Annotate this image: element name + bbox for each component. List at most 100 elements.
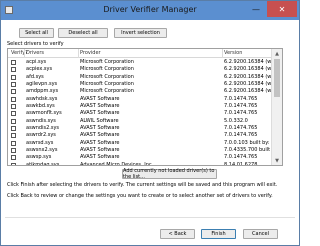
column-divider[interactable]: [24, 49, 25, 58]
table-row[interactable]: aswrsd.sys AVAST Software 7.0.0.103 built …: [8, 140, 272, 147]
column-divider[interactable]: [78, 49, 79, 58]
verify-checkbox[interactable]: [11, 162, 16, 165]
column-divider[interactable]: [222, 49, 223, 58]
scroll-down-icon[interactable]: ▼: [272, 156, 282, 165]
list-rows: acpi.sys Microsoft Corporation 6.2.9200.16…: [8, 59, 272, 166]
scroll-thumb[interactable]: [274, 59, 280, 97]
driver-provider: AVAST Software: [80, 154, 120, 161]
title-bar[interactable]: Driver Verifier Manager — ✕: [1, 1, 299, 20]
verify-checkbox[interactable]: [11, 60, 16, 65]
back-instructions: Click Back to review or change the setti…: [7, 193, 273, 199]
column-header-version[interactable]: Version: [224, 50, 242, 56]
driver-name: aswmonflt.sys: [26, 110, 62, 117]
driver-provider: Microsoft Corporation: [80, 88, 134, 95]
close-button[interactable]: ✕: [267, 1, 297, 17]
dialog-content: Select all Deselect all Invert selection…: [5, 21, 295, 243]
driver-version: 7.0.1474.765: [224, 95, 258, 102]
deselect-all-button[interactable]: Deselect all: [58, 28, 108, 38]
driver-version: 6.2.9200.16384 (win8...: [224, 88, 272, 95]
table-row[interactable]: afd.sys Microsoft Corporation 6.2.9200.163…: [8, 74, 272, 81]
verify-checkbox[interactable]: [11, 104, 16, 110]
driver-version: 7.0.4335.700 built by:...: [224, 147, 272, 154]
verify-checkbox[interactable]: [11, 111, 16, 117]
table-row[interactable]: agilevpn.sys Microsoft Corporation 6.2.920…: [8, 81, 272, 88]
driver-name: aswrsd.sys: [26, 139, 54, 146]
verify-checkbox[interactable]: [11, 155, 16, 161]
finish-instructions: Click Finish after selecting the drivers…: [7, 182, 278, 188]
minimize-button[interactable]: —: [247, 1, 265, 17]
driver-version: 6.2.9200.16384 (win8...: [224, 59, 272, 65]
footer-divider: [5, 217, 295, 218]
table-row[interactable]: amdppm.sys Microsoft Corporation 6.2.9200.…: [8, 88, 272, 95]
driver-name: acpiex.sys: [26, 66, 53, 73]
verify-checkbox[interactable]: [11, 67, 16, 73]
column-header-provider[interactable]: Provider: [80, 50, 101, 56]
table-row[interactable]: aswmonflt.sys AVAST Software 7.0.1474.765: [8, 110, 272, 117]
verify-checkbox[interactable]: [11, 89, 16, 95]
table-row[interactable]: atikmdag.sys Advanced Micro Devices, Inc.…: [8, 161, 272, 166]
column-header-drivers[interactable]: Drivers: [26, 50, 44, 56]
cancel-button[interactable]: Cancel: [243, 229, 278, 239]
add-not-loaded-drivers-button[interactable]: Add currently not loaded driver(s) to th…: [122, 168, 217, 180]
driver-provider: AVAST Software: [80, 103, 120, 110]
verify-checkbox[interactable]: [11, 82, 16, 88]
driver-version: 7.0.1474.765: [224, 154, 258, 161]
verify-checkbox[interactable]: [11, 118, 16, 124]
table-row[interactable]: aswndis2.sys AVAST Software 7.0.1474.765: [8, 125, 272, 132]
driver-version: 6.2.9200.16384 (win8...: [224, 66, 272, 73]
scroll-up-icon[interactable]: ▲: [272, 49, 282, 58]
driver-provider: Advanced Micro Devices, Inc.: [80, 161, 154, 166]
invert-selection-button[interactable]: Invert selection: [114, 28, 167, 38]
driver-provider: AVAST Software: [80, 110, 120, 117]
driver-name: aswndis2.sys: [26, 125, 60, 132]
driver-provider: Microsoft Corporation: [80, 66, 134, 73]
verify-checkbox[interactable]: [11, 148, 16, 154]
table-row[interactable]: acpiex.sys Microsoft Corporation 6.2.9200.…: [8, 66, 272, 73]
driver-name: amdppm.sys: [26, 88, 59, 95]
table-row[interactable]: aswndis.sys ALWIL Software 5.0.332.0: [8, 118, 272, 125]
driver-version: 8.14.01.6278: [224, 161, 258, 166]
driver-name: aswsp.sys: [26, 154, 52, 161]
driver-version: 6.2.9200.16384 (win8...: [224, 73, 272, 80]
driver-version: 5.0.332.0: [224, 117, 248, 124]
driver-version: 7.0.1474.765: [224, 103, 258, 110]
driver-name: aswrdr2.sys: [26, 132, 56, 139]
driver-name: aswkbd.sys: [26, 103, 55, 110]
table-row[interactable]: aswrdr2.sys AVAST Software 7.0.1474.765: [8, 132, 272, 139]
driver-provider: Microsoft Corporation: [80, 81, 134, 88]
driver-provider: AVAST Software: [80, 95, 120, 102]
driver-verifier-window: Driver Verifier Manager — ✕ Select all D…: [0, 0, 300, 246]
driver-provider: ALWIL Software: [80, 117, 119, 124]
drivers-list[interactable]: Verify? Drivers Provider Version acpi.sy…: [7, 48, 283, 166]
table-row[interactable]: aswsp.sys AVAST Software 7.0.1474.765: [8, 154, 272, 161]
finish-button[interactable]: Finish: [201, 229, 236, 239]
verify-checkbox[interactable]: [11, 126, 16, 132]
driver-name: acpi.sys: [26, 59, 47, 65]
driver-name: afd.sys: [26, 73, 44, 80]
verify-checkbox[interactable]: [11, 74, 16, 80]
table-row[interactable]: aswkbd.sys AVAST Software 7.0.1474.765: [8, 103, 272, 110]
back-button[interactable]: < Back: [160, 229, 195, 239]
driver-provider: Microsoft Corporation: [80, 59, 134, 65]
list-header: Verify? Drivers Provider Version: [8, 49, 272, 58]
verify-checkbox[interactable]: [11, 96, 16, 102]
driver-version: 7.0.1474.765: [224, 110, 258, 117]
driver-provider: AVAST Software: [80, 147, 120, 154]
driver-version: 7.0.1474.765: [224, 132, 258, 139]
verify-checkbox[interactable]: [11, 133, 16, 139]
verify-checkbox[interactable]: [11, 140, 16, 146]
driver-version: 7.0.0.103 built by: Wi...: [224, 139, 272, 146]
select-all-button[interactable]: Select all: [19, 28, 54, 38]
table-row[interactable]: aswhdsk.sys AVAST Software 7.0.1474.765: [8, 96, 272, 103]
driver-name: atikmdag.sys: [26, 161, 60, 166]
select-drivers-label: Select drivers to verify: [7, 41, 64, 47]
driver-name: agilevpn.sys: [26, 81, 58, 88]
table-row[interactable]: aswsnx2.sys AVAST Software 7.0.4335.700 bu…: [8, 147, 272, 154]
driver-provider: Microsoft Corporation: [80, 73, 134, 80]
table-row[interactable]: acpi.sys Microsoft Corporation 6.2.9200.16…: [8, 59, 272, 66]
driver-name: aswhdsk.sys: [26, 95, 58, 102]
driver-provider: AVAST Software: [80, 132, 120, 139]
vertical-scrollbar[interactable]: ▲ ▼: [271, 49, 282, 165]
driver-name: aswndis.sys: [26, 117, 56, 124]
driver-provider: AVAST Software: [80, 139, 120, 146]
